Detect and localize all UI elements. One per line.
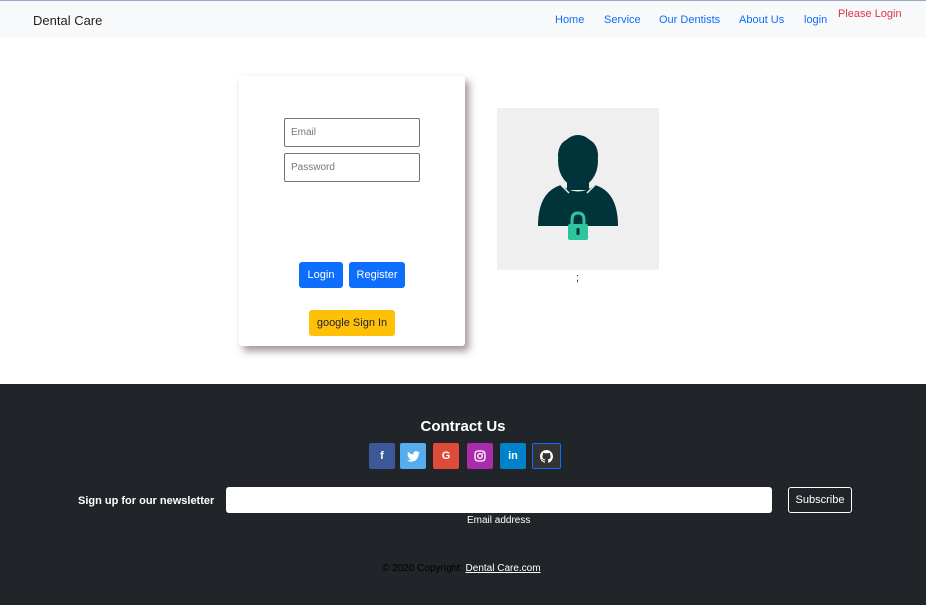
google-signin-button[interactable]: google Sign In [309, 310, 395, 336]
user-lock-icon [538, 135, 618, 240]
github-button[interactable] [532, 443, 561, 469]
subscribe-button[interactable]: Subscribe [788, 487, 852, 513]
email-caption: Email address [467, 515, 531, 526]
footer: Contract Us f G in Sign up for our newsl… [0, 384, 926, 605]
avatar-caption: ; [576, 272, 580, 284]
login-status: Please Login [838, 8, 902, 20]
login-card: Login Register google Sign In [239, 76, 465, 346]
email-field[interactable] [284, 118, 420, 147]
newsletter-label: Sign up for our newsletter [78, 495, 215, 507]
copyright-text: © 2020 Copyright: [382, 563, 463, 574]
login-button[interactable]: Login [299, 262, 343, 288]
copyright-link[interactable]: Dental Care.com [466, 563, 541, 574]
google-icon: G [441, 450, 451, 462]
nav-our-dentists[interactable]: Our Dentists [659, 14, 720, 26]
instagram-button[interactable] [467, 443, 493, 469]
copyright: © 2020 Copyright: Dental Care.com [382, 563, 541, 574]
twitter-icon [406, 450, 420, 462]
github-icon [540, 449, 553, 463]
avatar-image [497, 108, 659, 270]
instagram-icon [474, 450, 486, 462]
linkedin-icon: in [508, 450, 518, 462]
navbar: Dental Care Home Service Our Dentists Ab… [0, 1, 926, 38]
nav-about-us[interactable]: About Us [739, 14, 784, 26]
nav-home[interactable]: Home [555, 14, 584, 26]
newsletter-email-input[interactable] [226, 487, 772, 513]
nav-service[interactable]: Service [604, 14, 641, 26]
twitter-button[interactable] [400, 443, 426, 469]
brand-logo[interactable]: Dental Care [33, 13, 102, 28]
register-button[interactable]: Register [349, 262, 405, 288]
password-field[interactable] [284, 153, 420, 182]
contact-title: Contract Us [420, 418, 506, 435]
google-button[interactable]: G [433, 443, 459, 469]
facebook-icon: f [380, 450, 384, 462]
linkedin-button[interactable]: in [500, 443, 526, 469]
nav-login[interactable]: login [804, 14, 827, 26]
facebook-button[interactable]: f [369, 443, 395, 469]
